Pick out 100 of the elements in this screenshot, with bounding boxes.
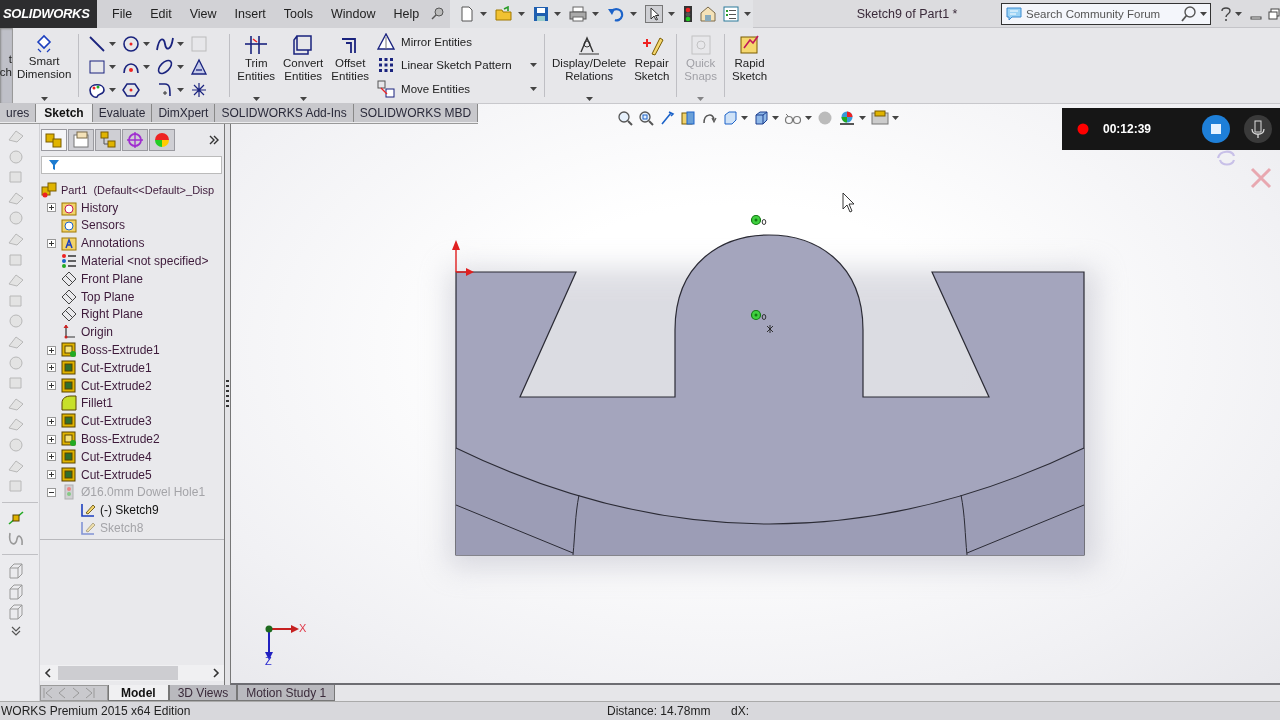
save-icon[interactable] <box>533 5 550 22</box>
tree-item[interactable]: Annotations <box>81 236 145 251</box>
caret-icon[interactable] <box>554 11 562 16</box>
polygon-icon[interactable] <box>122 80 141 99</box>
tree-item[interactable]: Boss-Extrude2 <box>81 432 160 447</box>
expander-icon[interactable] <box>46 434 56 444</box>
tree-item[interactable]: Cut-Extrude1 <box>81 360 152 375</box>
cube-icon[interactable] <box>753 110 769 126</box>
scrollbar[interactable] <box>40 665 224 681</box>
tree-item[interactable]: Right Plane <box>81 307 144 322</box>
glasses-icon[interactable] <box>784 111 802 125</box>
circle-icon[interactable] <box>122 34 141 53</box>
chevron-icon[interactable] <box>9 624 22 637</box>
caret-icon[interactable] <box>859 116 866 120</box>
search-field[interactable]: Search Community Forum <box>1001 2 1211 25</box>
print-icon[interactable] <box>569 5 588 22</box>
exit-sketch-button[interactable]: t ch <box>0 28 13 103</box>
ribbon-command[interactable]: Move Entities <box>401 83 538 96</box>
caret-icon[interactable] <box>530 87 538 92</box>
caret-icon[interactable] <box>530 63 538 68</box>
command-tab[interactable]: ures <box>0 104 37 122</box>
caret-icon[interactable] <box>143 64 151 69</box>
undo-icon[interactable] <box>607 5 626 22</box>
tree-item[interactable]: Fillet1 <box>81 396 113 411</box>
tree-item[interactable]: Cut-Extrude3 <box>81 414 152 429</box>
ribbon-button[interactable]: Offset Entities <box>327 28 374 103</box>
ribbon-command[interactable]: Linear Sketch Pattern <box>401 59 538 72</box>
rotate-icon[interactable] <box>1215 148 1237 168</box>
ribbon-button[interactable]: Convert Entities <box>279 28 328 103</box>
bottom-tab[interactable]: Motion Study 1 <box>237 685 336 701</box>
caret-icon[interactable] <box>109 87 117 92</box>
cube-icon[interactable] <box>722 110 738 126</box>
zoom-icon[interactable] <box>638 110 654 126</box>
tree-item[interactable]: Top Plane <box>81 289 135 304</box>
caret-icon[interactable] <box>892 116 899 120</box>
scene-icon[interactable] <box>838 110 856 126</box>
expander-icon[interactable] <box>46 238 56 248</box>
caret-icon[interactable] <box>480 11 488 16</box>
tree-item[interactable]: Cut-Extrude4 <box>81 449 152 464</box>
caret-icon[interactable] <box>592 11 600 16</box>
caret-icon[interactable] <box>299 97 307 101</box>
caret-icon[interactable] <box>1200 11 1207 16</box>
menu-item[interactable]: Window <box>322 6 385 21</box>
caret-icon[interactable] <box>1235 11 1242 16</box>
tree-item[interactable]: Sensors <box>81 218 126 233</box>
arrow-icon[interactable] <box>659 110 675 126</box>
panel-tab[interactable] <box>122 129 148 151</box>
command-tab[interactable]: Evaluate <box>92 104 153 122</box>
panel-tab[interactable] <box>41 129 67 151</box>
chevron-icon[interactable] <box>208 134 220 146</box>
caret-icon[interactable] <box>518 11 526 16</box>
dimension-icon[interactable] <box>6 510 25 527</box>
caret-icon[interactable] <box>109 41 117 46</box>
caret-icon[interactable] <box>143 41 151 46</box>
tree-item[interactable]: Front Plane <box>81 271 144 286</box>
traffic-light-icon[interactable] <box>683 4 694 23</box>
panel-tab[interactable] <box>68 129 94 151</box>
expander-icon[interactable] <box>46 470 56 480</box>
ribbon-button[interactable]: Display/Delete Relations <box>548 28 631 103</box>
caret-icon[interactable] <box>585 97 593 101</box>
pin-icon[interactable] <box>430 6 445 21</box>
menu-item[interactable]: Insert <box>225 6 275 21</box>
filter-field[interactable] <box>41 156 222 174</box>
expander-icon[interactable] <box>46 345 56 355</box>
ribbon-button[interactable]: Smart Dimension <box>13 28 76 103</box>
caret-icon[interactable] <box>177 41 185 46</box>
tree-item[interactable]: Cut-Extrude5 <box>81 467 152 482</box>
line-icon[interactable] <box>88 34 107 53</box>
caret-icon[interactable] <box>252 97 260 101</box>
ellipse-icon[interactable] <box>156 57 175 76</box>
search-icon[interactable] <box>1181 5 1197 22</box>
expander-icon[interactable] <box>46 203 56 213</box>
tree-item[interactable]: History <box>81 200 119 215</box>
restore-icon[interactable] <box>1268 7 1280 20</box>
caret-icon[interactable] <box>741 116 748 120</box>
tree-item[interactable]: Origin <box>81 325 113 340</box>
ribbon-button[interactable]: Rapid Sketch <box>727 28 772 103</box>
tree-item[interactable]: Material <not specified> <box>81 254 209 269</box>
command-tab[interactable]: SOLIDWORKS Add-Ins <box>215 104 354 122</box>
caret-icon[interactable] <box>772 116 779 120</box>
expander-icon[interactable] <box>46 363 56 373</box>
microphone-icon[interactable] <box>1244 115 1272 143</box>
expander-icon[interactable] <box>46 416 56 426</box>
expander-icon[interactable] <box>46 452 56 462</box>
caret-icon[interactable] <box>109 64 117 69</box>
expander-icon[interactable] <box>46 381 56 391</box>
menu-item[interactable]: View <box>180 6 226 21</box>
options-icon[interactable] <box>699 5 718 22</box>
caret-icon[interactable] <box>744 11 752 16</box>
caret-icon[interactable] <box>40 97 48 101</box>
tree-item[interactable]: Cut-Extrude2 <box>81 378 152 393</box>
menu-item[interactable]: Tools <box>274 6 323 21</box>
ribbon-button[interactable]: Trim Entities <box>233 28 280 103</box>
tree-item[interactable]: Part1 (Default<<Default>_Disp <box>61 183 215 196</box>
point-icon[interactable] <box>190 80 209 99</box>
ribbon-button[interactable]: Repair Sketch <box>630 28 674 103</box>
help-icon[interactable] <box>1219 5 1233 22</box>
ribbon-command[interactable]: Mirror Entities <box>401 35 538 48</box>
pointer-icon[interactable] <box>645 4 664 23</box>
menu-item[interactable]: File <box>103 6 142 21</box>
